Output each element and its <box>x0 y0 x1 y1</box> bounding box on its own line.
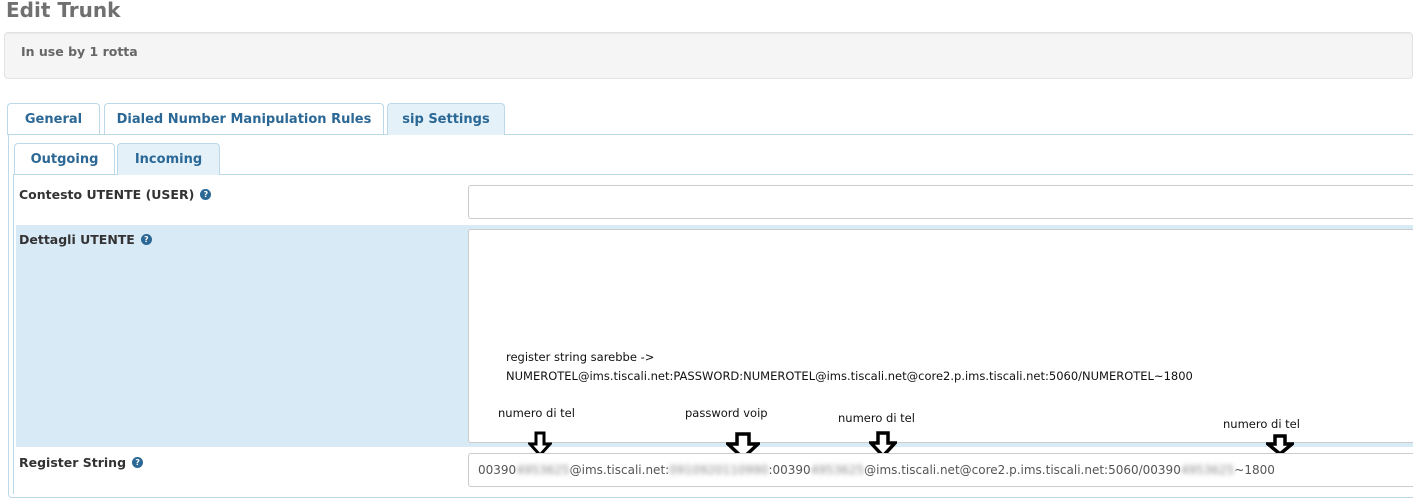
tab-general[interactable]: General <box>7 103 100 135</box>
annotation-numero-1: numero di tel <box>498 406 575 420</box>
user-context-label: Contesto UTENTE (USER) ? <box>19 187 212 202</box>
question-circle-icon[interactable]: ? <box>140 234 152 245</box>
user-context-input[interactable] <box>468 185 1413 219</box>
usage-info-panel: In use by 1 rotta <box>4 32 1413 79</box>
user-details-label: Dettagli UTENTE ? <box>19 232 152 247</box>
tab-incoming[interactable]: Incoming <box>117 143 220 175</box>
annotation-numero-3: numero di tel <box>1223 417 1300 431</box>
register-string-label: Register String ? <box>19 455 144 470</box>
tab-sip-settings[interactable]: sip Settings <box>387 103 505 135</box>
usage-info-text: In use by 1 rotta <box>21 44 138 59</box>
question-circle-icon[interactable]: ? <box>200 189 212 200</box>
question-circle-icon[interactable]: ? <box>132 457 144 468</box>
register-string-value: 003904953625@ims.tiscali.net:09109201109… <box>478 463 1275 477</box>
annotation-line-2: NUMEROTEL@ims.tiscali.net:PASSWORD:NUMER… <box>506 369 1193 383</box>
annotation-password: password voip <box>685 406 768 420</box>
annotation-line-1: register string sarebbe -> <box>506 350 655 364</box>
tab-dialed-number-manipulation-rules[interactable]: Dialed Number Manipulation Rules <box>104 103 384 135</box>
annotation-numero-2: numero di tel <box>838 411 915 425</box>
tab-outgoing[interactable]: Outgoing <box>14 143 115 175</box>
user-details-textarea[interactable] <box>468 229 1413 443</box>
page-title: Edit Trunk <box>6 0 121 22</box>
